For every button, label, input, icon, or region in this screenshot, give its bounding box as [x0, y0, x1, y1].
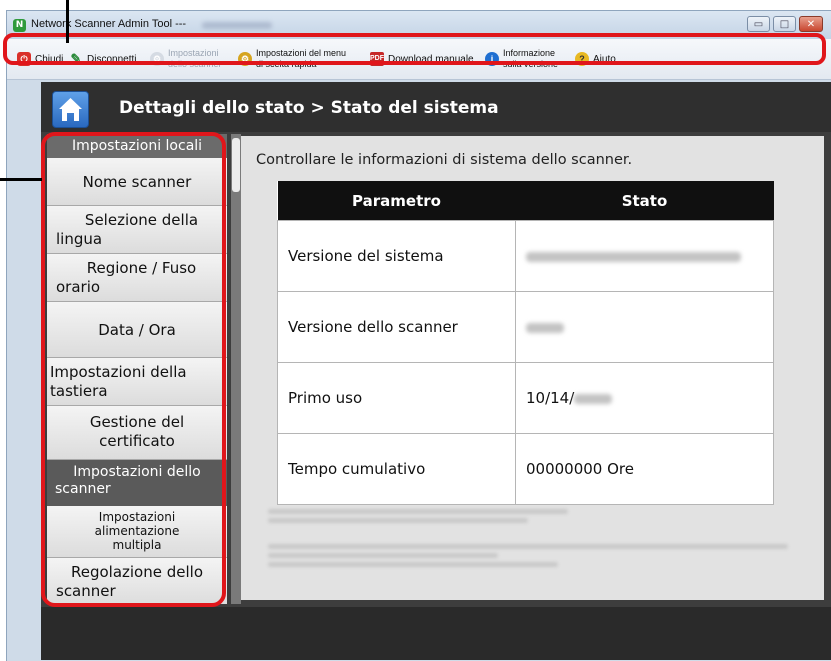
- value-cell: [515, 220, 774, 292]
- sidebar-item-label: Regolazione dello: [70, 563, 204, 581]
- param-cell: Versione dello scanner: [277, 291, 516, 363]
- sidebar-scrollbar[interactable]: [231, 134, 241, 604]
- sidebar-item-gestione-certificato[interactable]: Gestione del certificato: [47, 406, 227, 460]
- table-row: Primo uso 10/14/: [277, 362, 774, 434]
- impostazioni-menu-button[interactable]: ⚙ Impostazioni del menu di scelta rapida: [238, 39, 346, 79]
- home-button[interactable]: [52, 91, 89, 128]
- informazione-versione-button[interactable]: i Informazione sulla versione: [485, 39, 558, 79]
- sidebar-item-label: Impostazioni della: [50, 363, 187, 381]
- callout-line: [66, 0, 69, 43]
- status-content: Controllare le informazioni di sistema d…: [241, 136, 824, 600]
- sidebar-item-label: scanner: [56, 582, 116, 600]
- sidebar-item-label: orario: [56, 278, 101, 296]
- scrollbar-thumb[interactable]: [232, 138, 240, 192]
- sidebar-item-label: tastiera: [50, 382, 108, 400]
- impostazioni-scanner-line1: Impostazioni: [168, 48, 219, 58]
- home-icon: [59, 98, 82, 121]
- system-status-table: Parametro Stato Versione del sistema Ver…: [277, 181, 774, 505]
- window-title: Network Scanner Admin Tool ---: [31, 18, 187, 30]
- pdf-download-icon: PDF: [370, 52, 384, 66]
- disconnetti-button[interactable]: ✎ Disconnetti: [69, 39, 137, 79]
- gear-icon: ⚙: [150, 52, 164, 66]
- download-manuale-button[interactable]: PDF Download manuale: [370, 39, 474, 79]
- sidebar-item-label: lingua: [56, 230, 103, 248]
- param-cell: Versione del sistema: [277, 220, 516, 292]
- table-row: Tempo cumulativo 00000000 Ore: [277, 433, 774, 505]
- title-bar: N Network Scanner Admin Tool --- ▭ □ ✕: [7, 11, 831, 39]
- aiuto-label: Aiuto: [593, 53, 616, 65]
- sidebar-item-impostazioni-locali[interactable]: Impostazioni locali: [47, 134, 227, 158]
- footer-bar: [41, 607, 831, 660]
- fine-print-line: [268, 544, 788, 549]
- impostazioni-scanner-line2: dello scanner: [168, 59, 222, 69]
- fine-print-line: [268, 553, 498, 558]
- sidebar-item-regolazione-scanner[interactable]: Regolazione dello scanner: [47, 558, 227, 604]
- sidebar-item-label: Impostazioni dello: [73, 464, 201, 480]
- sidebar-item-label: certificato: [99, 432, 175, 450]
- sidebar-item-label: Selezione della: [84, 211, 199, 229]
- fine-print-line: [268, 509, 568, 514]
- sidebar-item-label: Regione / Fuso: [86, 259, 197, 277]
- sidebar-item-label: alimentazione: [94, 524, 180, 538]
- informazione-line1: Informazione: [503, 48, 556, 58]
- window-title-redacted: [202, 22, 272, 29]
- column-header-stato: Stato: [515, 181, 774, 221]
- table-row: Versione dello scanner: [277, 291, 774, 363]
- sidebar-item-selezione-lingua[interactable]: Selezione della lingua: [47, 206, 227, 254]
- fine-print-line: [268, 518, 528, 523]
- sidebar-item-tastiera[interactable]: Impostazioni della tastiera: [47, 358, 227, 406]
- sidebar-menu: Impostazioni locali Nome scanner Selezio…: [47, 134, 227, 604]
- page-header: Dettagli dello stato > Stato del sistema: [41, 82, 831, 132]
- value-text: 10/14/: [526, 389, 575, 407]
- column-header-parametro: Parametro: [277, 181, 516, 221]
- redacted-value: [526, 322, 564, 333]
- sidebar-item-nome-scanner[interactable]: Nome scanner: [47, 158, 227, 206]
- sidebar-item-data-ora[interactable]: Data / Ora: [47, 302, 227, 358]
- sidebar-item-label: Gestione del: [89, 413, 185, 431]
- redacted-value: [526, 251, 741, 262]
- sidebar-item-label: multipla: [112, 538, 162, 552]
- maximize-button[interactable]: □: [773, 16, 796, 32]
- minimize-button[interactable]: ▭: [747, 16, 770, 32]
- help-icon: ?: [575, 52, 589, 66]
- value-cell: 10/14/: [515, 362, 774, 434]
- aiuto-button[interactable]: ? Aiuto: [575, 39, 616, 79]
- value-cell: 00000000 Ore: [515, 433, 774, 505]
- impostazioni-scanner-button[interactable]: ⚙ Impostazioni dello scanner: [150, 39, 222, 79]
- sidebar-item-label: scanner: [55, 481, 111, 497]
- impostazioni-menu-line1: Impostazioni del menu: [256, 48, 347, 58]
- value-cell: [515, 291, 774, 363]
- table-row: Versione del sistema: [277, 220, 774, 292]
- fine-print-line: [268, 562, 558, 567]
- chiudi-button[interactable]: ⏻ Chiudi: [17, 39, 63, 79]
- download-manuale-label: Download manuale: [388, 53, 474, 65]
- informazione-line2: sulla versione: [503, 59, 559, 69]
- main-panel: Dettagli dello stato > Stato del sistema…: [41, 82, 831, 660]
- intro-text: Controllare le informazioni di sistema d…: [256, 152, 633, 168]
- redacted-value: [574, 393, 613, 404]
- sidebar-item-alimentazione-multipla[interactable]: Impostazioni alimentazione multipla: [47, 506, 227, 558]
- close-power-icon: ⏻: [17, 52, 31, 66]
- disconnect-icon: ✎: [70, 51, 82, 66]
- info-icon: i: [485, 52, 499, 66]
- page-title: Dettagli dello stato > Stato del sistema: [119, 98, 499, 118]
- disconnetti-label: Disconnetti: [87, 53, 137, 65]
- close-window-button[interactable]: ✕: [799, 16, 823, 32]
- param-cell: Primo uso: [277, 362, 516, 434]
- sidebar-item-label: Impostazioni: [98, 510, 176, 524]
- chiudi-label: Chiudi: [35, 53, 64, 65]
- toolbar: ⏻ Chiudi ✎ Disconnetti ⚙ Impostazioni de…: [7, 39, 831, 80]
- app-logo-icon: N: [13, 19, 26, 32]
- param-cell: Tempo cumulativo: [277, 433, 516, 505]
- gear-icon: ⚙: [238, 52, 252, 66]
- callout-line: [0, 178, 42, 181]
- impostazioni-menu-line2: di scelta rapida: [256, 59, 317, 69]
- sidebar-item-regione-fuso[interactable]: Regione / Fuso orario: [47, 254, 227, 302]
- sidebar-item-impostazioni-scanner[interactable]: Impostazioni dello scanner: [47, 460, 227, 506]
